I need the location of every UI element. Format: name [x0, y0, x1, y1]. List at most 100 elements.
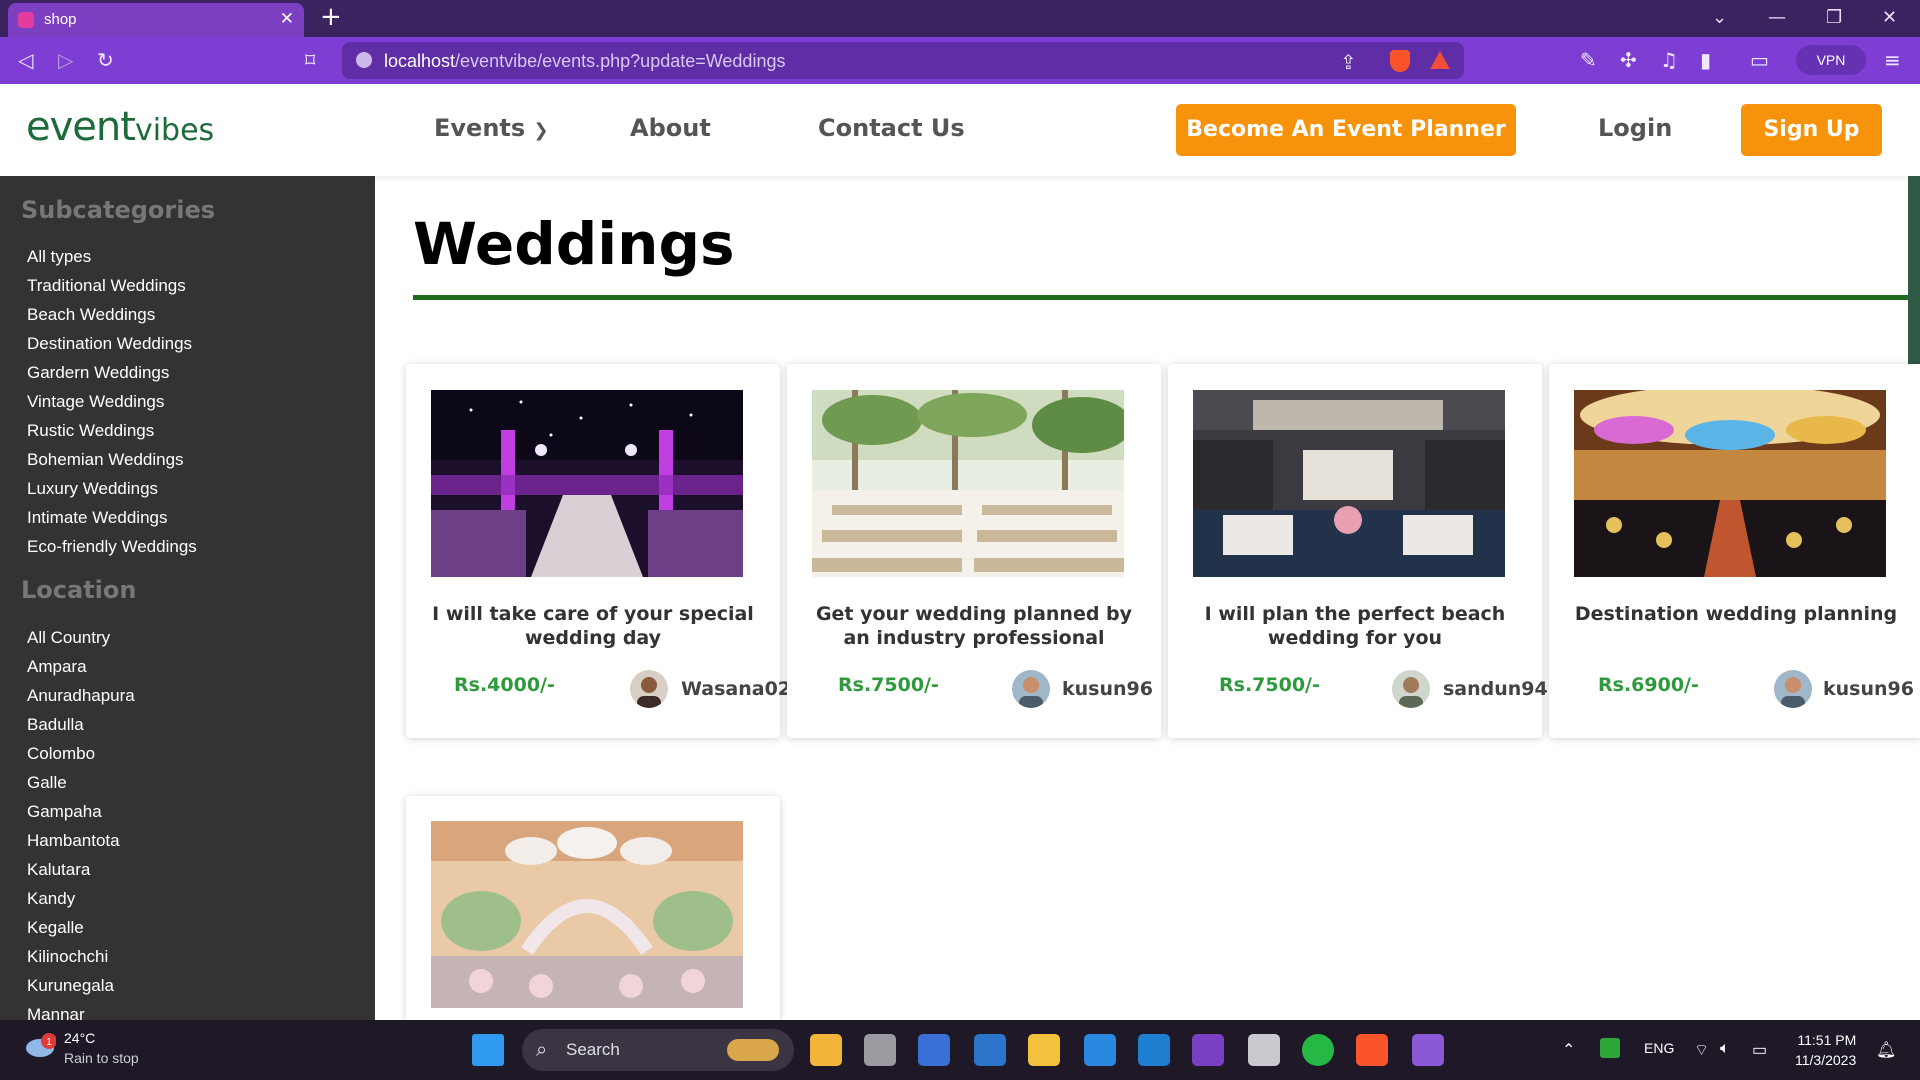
language-indicator[interactable]: ENG [1644, 1040, 1674, 1056]
close-window-icon[interactable]: ✕ [1882, 7, 1897, 28]
whatsapp-icon[interactable] [1302, 1034, 1334, 1066]
card-title[interactable]: Destination wedding planning [1569, 602, 1903, 626]
app-icon[interactable] [1084, 1034, 1116, 1066]
location-item[interactable]: Kilinochchi [27, 947, 135, 976]
browser-tab[interactable]: shop ✕ [8, 3, 304, 37]
nav-events[interactable]: Events ❯ [434, 114, 549, 142]
card-image-chandelier-ballroom[interactable] [1193, 390, 1505, 577]
media-icon[interactable]: ♫ [1660, 48, 1678, 72]
url-text[interactable]: localhost/eventvibe/events.php?update=We… [384, 51, 785, 72]
avatar[interactable] [630, 670, 668, 708]
card-title[interactable]: I will plan the perfect beach wedding fo… [1188, 602, 1522, 650]
subcategory-item[interactable]: Traditional Weddings [27, 276, 197, 305]
share-icon[interactable]: ⇪ [1340, 50, 1357, 74]
brave-shields-icon[interactable] [1390, 50, 1410, 72]
wallet-icon[interactable]: ▭ [1750, 48, 1769, 72]
copilot-icon[interactable] [810, 1034, 842, 1066]
windows-start-icon[interactable] [472, 1034, 504, 1066]
task-view-icon[interactable] [864, 1034, 896, 1066]
back-icon[interactable]: ◁ [18, 48, 33, 72]
card-username[interactable]: kusun96 [1823, 678, 1914, 700]
avatar[interactable] [1774, 670, 1812, 708]
taskbar-search[interactable]: ⌕ Search [522, 1029, 794, 1071]
subcategory-item[interactable]: Beach Weddings [27, 305, 197, 334]
restore-icon[interactable]: ❐ [1826, 7, 1842, 28]
location-item[interactable]: Kegalle [27, 918, 135, 947]
tab-close-icon[interactable]: ✕ [280, 9, 294, 29]
location-item[interactable]: Kurunegala [27, 976, 135, 1005]
subcategory-item[interactable]: Vintage Weddings [27, 392, 197, 421]
location-item[interactable]: Kandy [27, 889, 135, 918]
volume-icon[interactable]: 🔈︎ [1720, 1040, 1730, 1058]
event-card[interactable]: I will take care of your special wedding… [406, 364, 791, 738]
subcategory-item[interactable]: Gardern Weddings [27, 363, 197, 392]
card-username[interactable]: sandun94 [1443, 678, 1548, 700]
subcategory-item[interactable]: All types [27, 247, 197, 276]
minimize-icon[interactable]: — [1768, 7, 1786, 28]
new-tab-icon[interactable]: + [320, 2, 342, 32]
location-item[interactable]: Badulla [27, 715, 135, 744]
sign-up-button[interactable]: Sign Up [1741, 104, 1882, 156]
location-item[interactable]: Anuradhapura [27, 686, 135, 715]
visual-studio-icon[interactable] [1192, 1034, 1224, 1066]
location-item[interactable]: Galle [27, 773, 135, 802]
weather-icon[interactable]: 1 [22, 1032, 57, 1062]
bookmark-icon[interactable]: ⌑ [305, 48, 315, 72]
avatar[interactable] [1392, 670, 1430, 708]
login-link[interactable]: Login [1598, 114, 1672, 142]
become-event-planner-button[interactable]: Become An Event Planner [1176, 104, 1516, 156]
menu-icon[interactable]: ≡ [1884, 48, 1901, 72]
nav-contact-us[interactable]: Contact Us [818, 114, 965, 142]
event-card[interactable] [406, 796, 780, 1020]
event-card[interactable]: Destination wedding planning Rs.6900/- k… [1549, 364, 1920, 738]
reload-icon[interactable]: ↻ [97, 48, 114, 72]
forward-icon[interactable]: ▷ [58, 48, 73, 72]
battery-icon[interactable]: ▭ [1752, 1040, 1767, 1060]
extensions-icon[interactable]: ✣ [1620, 48, 1637, 72]
location-item[interactable]: Ampara [27, 657, 135, 686]
address-bar[interactable]: localhost/eventvibe/events.php?update=We… [342, 42, 1464, 79]
site-info-icon[interactable] [356, 52, 372, 68]
notepad-icon[interactable] [974, 1034, 1006, 1066]
clipchamp-icon[interactable] [1412, 1034, 1444, 1066]
card-image-floral-tent-stage[interactable] [431, 821, 743, 1008]
location-item[interactable]: Gampaha [27, 802, 135, 831]
card-username[interactable]: kusun96 [1062, 678, 1153, 700]
subcategory-item[interactable]: Bohemian Weddings [27, 450, 197, 479]
tray-chevron-up-icon[interactable]: ⌃ [1562, 1040, 1575, 1060]
card-username[interactable]: Wasana02 [681, 678, 791, 700]
location-item[interactable]: Kalutara [27, 860, 135, 889]
location-item[interactable]: Hambantota [27, 831, 135, 860]
brave-browser-icon[interactable] [1356, 1034, 1388, 1066]
weather-temperature[interactable]: 24°C [64, 1030, 95, 1046]
location-item[interactable]: All Country [27, 628, 135, 657]
card-image-golden-banquet-hall[interactable] [1574, 390, 1886, 577]
event-card[interactable]: Get your wedding planned by an industry … [787, 364, 1161, 738]
pen-icon[interactable]: ✎ [1580, 48, 1597, 72]
tray-app-icon[interactable] [1600, 1038, 1620, 1058]
location-item[interactable]: Colombo [27, 744, 135, 773]
weather-description[interactable]: Rain to stop [64, 1050, 139, 1066]
sidebar-icon[interactable]: ▮ [1700, 48, 1711, 72]
vpn-button[interactable]: VPN [1796, 45, 1866, 75]
notification-bell-icon[interactable]: 🔔︎ [1876, 1040, 1896, 1060]
subcategory-item[interactable]: Luxury Weddings [27, 479, 197, 508]
card-image-garden-tables[interactable] [812, 390, 1124, 577]
card-title[interactable]: Get your wedding planned by an industry … [807, 602, 1141, 650]
app-icon[interactable] [918, 1034, 950, 1066]
subcategory-item[interactable]: Rustic Weddings [27, 421, 197, 450]
card-title[interactable]: I will take care of your special wedding… [426, 602, 760, 650]
system-clock[interactable]: 11:51 PM 11/3/2023 [1795, 1030, 1856, 1070]
subcategory-item[interactable]: Destination Weddings [27, 334, 197, 363]
wifi-icon[interactable]: ⌔ [1694, 1040, 1709, 1060]
eventvibes-logo[interactable]: eventvibes [26, 104, 214, 150]
vscode-icon[interactable] [1138, 1034, 1170, 1066]
subcategory-item[interactable]: Eco-friendly Weddings [27, 537, 197, 566]
nav-about[interactable]: About [630, 114, 711, 142]
brave-rewards-icon[interactable] [1430, 51, 1450, 69]
subcategory-item[interactable]: Intimate Weddings [27, 508, 197, 537]
avatar[interactable] [1012, 670, 1050, 708]
card-image-purple-hall[interactable] [431, 390, 743, 577]
event-card[interactable]: I will plan the perfect beach wedding fo… [1168, 364, 1548, 738]
snipping-tool-icon[interactable] [1248, 1034, 1280, 1066]
